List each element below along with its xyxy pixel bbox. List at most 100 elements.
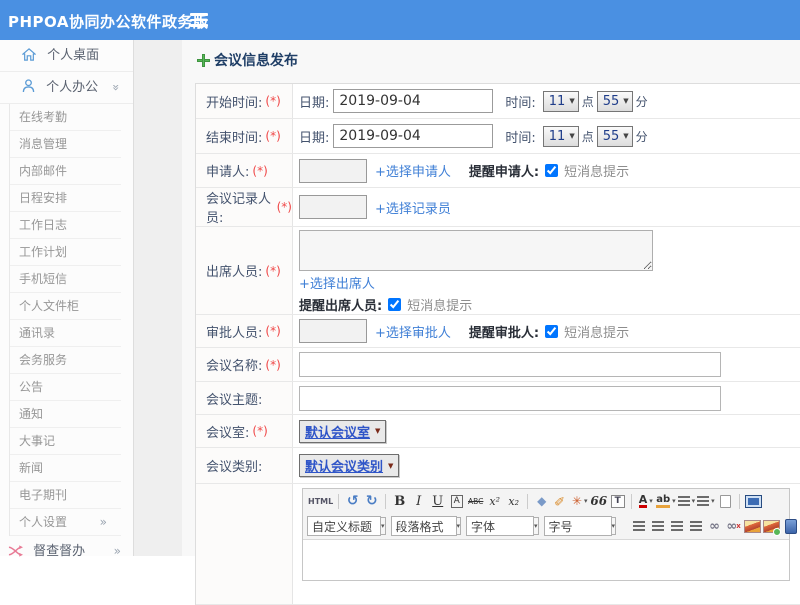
- sidebar-item-workplan[interactable]: 工作计划: [10, 239, 121, 266]
- sidebar-item-notice[interactable]: 通知: [10, 401, 121, 428]
- font-family-select[interactable]: 字体: [466, 516, 534, 536]
- hamburger-menu-icon[interactable]: [190, 13, 208, 27]
- sidebar-item-contacts[interactable]: 通讯录: [10, 320, 121, 347]
- sidebar-item-worklog[interactable]: 工作日志: [10, 212, 121, 239]
- approver-input[interactable]: [299, 319, 367, 343]
- sidebar-item-e-journal[interactable]: 电子期刊: [10, 482, 121, 509]
- sidebar-item-supervision[interactable]: 督查督办 »: [0, 536, 133, 567]
- fullscreen-button[interactable]: [745, 492, 762, 510]
- underline-button[interactable]: U: [429, 492, 446, 510]
- page-title: 会议信息发布: [214, 50, 298, 70]
- align-left-button[interactable]: [630, 517, 647, 535]
- sidebar-item-message[interactable]: 消息管理: [10, 131, 121, 158]
- eraser-button[interactable]: ◆: [533, 492, 550, 510]
- form-row-attendees: 出席人员:(*) +选择出席人 提醒出席人员: 短消息提示: [196, 227, 800, 315]
- font-color-button[interactable]: A▾: [637, 492, 654, 510]
- attendees-sms-checkbox[interactable]: [388, 298, 401, 311]
- image-button[interactable]: [744, 517, 761, 535]
- subscript-button[interactable]: x₂: [505, 492, 522, 510]
- sidebar-item-news[interactable]: 新闻: [10, 455, 121, 482]
- align-center-icon: [652, 521, 664, 531]
- choose-recorder-link[interactable]: +选择记录员: [375, 198, 451, 217]
- insert-image-button[interactable]: [763, 517, 780, 535]
- applicant-sms-checkbox[interactable]: [545, 164, 558, 177]
- ordered-list-button[interactable]: ▾: [678, 492, 696, 510]
- choose-approver-link[interactable]: +选择审批人: [375, 322, 451, 341]
- strikethrough-button[interactable]: ABC: [467, 492, 484, 510]
- sidebar-item-events[interactable]: 大事记: [10, 428, 121, 455]
- bold-button[interactable]: B: [391, 492, 408, 510]
- quick-format-button[interactable]: ✳▾: [571, 492, 588, 510]
- html-source-button[interactable]: HTML: [308, 492, 333, 510]
- sidebar-item-announcement[interactable]: 公告: [10, 374, 121, 401]
- required-mark: (*): [265, 94, 280, 108]
- app-logo-title: PHPOA协同办公软件政务版: [8, 11, 209, 32]
- align-center-button[interactable]: [649, 517, 666, 535]
- sidebar-item-office[interactable]: 个人办公 »: [0, 72, 133, 104]
- meeting-room-select[interactable]: 默认会议室▼: [299, 420, 386, 443]
- media-button[interactable]: [782, 517, 799, 535]
- dropdown-triangle-icon: ▼: [623, 97, 628, 105]
- new-page-button[interactable]: [717, 492, 734, 510]
- form-row-recorder: 会议记录人员:(*) +选择记录员: [196, 188, 800, 227]
- sidebar-gutter: [134, 40, 182, 556]
- font-style-button[interactable]: A: [448, 492, 465, 510]
- meeting-name-input[interactable]: [299, 352, 721, 377]
- redo-button[interactable]: ↻: [363, 492, 380, 510]
- sidebar-item-schedule[interactable]: 日程安排: [10, 185, 121, 212]
- applicant-input[interactable]: [299, 159, 367, 183]
- unlink-button[interactable]: ∞x: [725, 517, 742, 535]
- required-mark: (*): [252, 424, 267, 438]
- sidebar-item-desktop[interactable]: 个人桌面: [0, 40, 133, 72]
- superscript-button[interactable]: x²: [486, 492, 503, 510]
- sidebar-item-file-cabinet[interactable]: 个人文件柜: [10, 293, 121, 320]
- rich-text-editor: HTML ↺ ↻ B I U A ABC x² x₂ ◆: [302, 488, 790, 581]
- sidebar-item-settings[interactable]: 个人设置 »: [10, 509, 121, 536]
- wand-icon: ✳: [572, 494, 582, 508]
- meeting-category-select[interactable]: 默认会议类别▼: [299, 454, 399, 477]
- end-hour-select[interactable]: 11▼: [543, 126, 579, 147]
- sidebar-item-mail[interactable]: 内部邮件: [10, 158, 121, 185]
- italic-button[interactable]: I: [410, 492, 427, 510]
- sidebar-item-attendance[interactable]: 在线考勤: [10, 104, 121, 131]
- unordered-list-button[interactable]: ▾: [697, 492, 715, 510]
- start-minute-select[interactable]: 55▼: [597, 91, 633, 112]
- main-content: 会议信息发布 开始时间:(*) 日期: 时间: 11▼ 点 55▼ 分 结束时间…: [182, 40, 800, 556]
- list-icon: [678, 496, 690, 506]
- justify-button[interactable]: [687, 517, 704, 535]
- editor-content-area[interactable]: [303, 540, 789, 580]
- field-label: 审批人员:: [206, 322, 262, 341]
- end-minute-select[interactable]: 55▼: [597, 126, 633, 147]
- field-label: 会议类别:: [206, 456, 262, 475]
- approver-sms-checkbox[interactable]: [545, 325, 558, 338]
- dropdown-triangle-icon: ▼: [569, 132, 574, 140]
- date-label: 日期:: [299, 127, 329, 146]
- choose-attendees-link[interactable]: +选择出席人: [299, 273, 375, 292]
- sidebar-item-meeting-service[interactable]: 会务服务: [10, 347, 121, 374]
- sidebar-item-sms[interactable]: 手机短信: [10, 266, 121, 293]
- format-brush-button[interactable]: ✎: [552, 493, 570, 510]
- attendees-textarea[interactable]: [299, 230, 653, 271]
- align-right-button[interactable]: [668, 517, 685, 535]
- sidebar-item-label: 个人桌面: [47, 48, 99, 63]
- start-date-input[interactable]: [333, 89, 493, 113]
- field-label: 申请人:: [206, 161, 249, 180]
- recorder-input[interactable]: [299, 195, 367, 219]
- choose-applicant-link[interactable]: +选择申请人: [375, 161, 451, 180]
- blockquote-button[interactable]: 66: [590, 492, 607, 510]
- dropdown-triangle-icon: ▼: [569, 97, 574, 105]
- start-hour-select[interactable]: 11▼: [543, 91, 579, 112]
- paste-as-text-button[interactable]: T: [609, 492, 626, 510]
- editor-toolbar-row1: HTML ↺ ↻ B I U A ABC x² x₂ ◆: [303, 489, 789, 513]
- heading-select[interactable]: 自定义标题: [307, 516, 381, 536]
- required-mark: (*): [265, 324, 280, 338]
- link-button[interactable]: ∞: [706, 517, 723, 535]
- font-size-select[interactable]: 字号: [544, 516, 612, 536]
- meeting-topic-input[interactable]: [299, 386, 721, 411]
- undo-button[interactable]: ↺: [344, 492, 361, 510]
- sidebar-submenu: 在线考勤 消息管理 内部邮件 日程安排 工作日志 工作计划 手机短信 个人文件柜…: [9, 104, 133, 536]
- end-date-input[interactable]: [333, 124, 493, 148]
- editor-toolbar-row2: 自定义标题▾ 段落格式▾ 字体▾ 字号▾ ∞ ∞x: [303, 513, 789, 540]
- paragraph-format-select[interactable]: 段落格式: [391, 516, 457, 536]
- highlight-color-button[interactable]: ab▾: [656, 492, 675, 510]
